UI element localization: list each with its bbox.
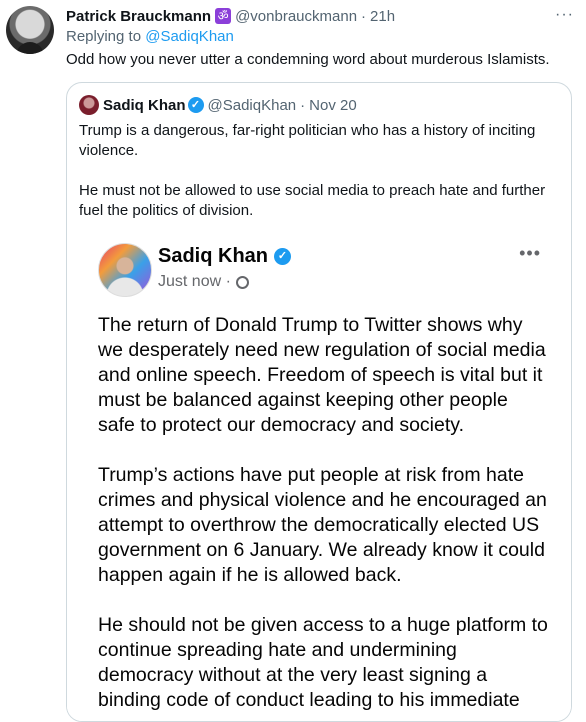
embedded-post-image[interactable]: Sadiq Khan ✓ Just now · ••• The return o… (67, 233, 571, 721)
post-paragraph: Trump’s actions have put people at risk … (98, 464, 547, 586)
quoted-tweet-text: Trump is a dangerous, far-right politici… (79, 121, 559, 241)
quoted-author-name: Sadiq Khan (103, 96, 186, 114)
quoted-paragraph: Trump is a dangerous, far-right politici… (79, 122, 536, 159)
separator-dot: · (300, 96, 306, 114)
author-avatar[interactable] (6, 6, 54, 54)
post-paragraph: He should not be given access to a huge … (98, 614, 548, 711)
post-time: Just now · (158, 273, 231, 290)
post-author-name: Sadiq Khan (158, 245, 269, 267)
om-badge-icon: ॐ (215, 8, 232, 24)
verified-icon: ✓ (274, 248, 292, 265)
separator-dot: · (361, 7, 367, 25)
replying-to: Replying to @SadiqKhan (66, 28, 234, 45)
post-author-avatar (98, 243, 152, 297)
author-name[interactable]: Patrick Brauckmann (66, 8, 211, 25)
more-icon[interactable]: ··· (555, 6, 574, 24)
tweet-text: Odd how you never utter a condemning wor… (66, 51, 550, 68)
post-paragraph: The return of Donald Trump to Twitter sh… (98, 314, 546, 436)
globe-icon (235, 275, 249, 289)
verified-icon: ✓ (187, 97, 204, 113)
post-text: The return of Donald Trump to Twitter sh… (98, 313, 548, 721)
quoted-tweet[interactable]: Sadiq Khan ✓ @SadiqKhan · Nov 20 Trump i… (66, 82, 572, 722)
replying-to-label: Replying to (66, 28, 142, 45)
quoted-paragraph: He must not be allowed to use social med… (79, 182, 546, 219)
post-time-row: Just now · (158, 273, 249, 291)
quoted-tweet-time: Nov 20 (309, 96, 357, 114)
quoted-author-handle: @SadiqKhan (207, 96, 297, 114)
tweet-header: Patrick Brauckmann ॐ @vonbrauckmann · 21… (66, 6, 574, 26)
quoted-tweet-header: Sadiq Khan ✓ @SadiqKhan · Nov 20 (79, 95, 357, 115)
replying-to-link[interactable]: @SadiqKhan (145, 28, 234, 45)
author-handle[interactable]: @vonbrauckmann (235, 8, 357, 25)
tweet-time[interactable]: 21h (370, 8, 395, 25)
more-icon: ••• (519, 243, 541, 263)
post-author-name-row: Sadiq Khan ✓ (158, 245, 292, 268)
quoted-author-avatar (79, 95, 99, 115)
